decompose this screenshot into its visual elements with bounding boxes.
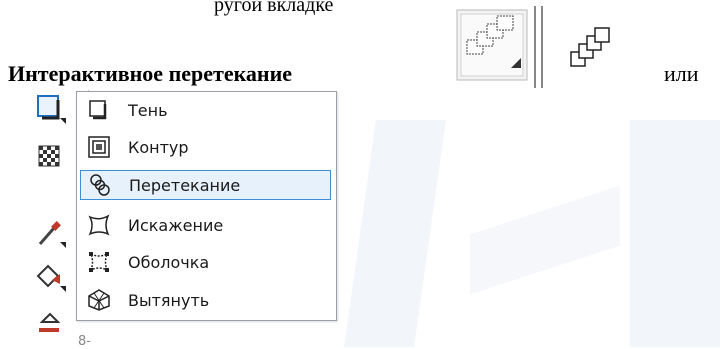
menu-item-label: Вытянуть bbox=[128, 290, 210, 310]
page-heading: Интерактивное перетекание bbox=[8, 61, 293, 86]
smart-fill-tool-icon[interactable] bbox=[34, 306, 66, 338]
effects-flyout-menu: Тень Контур Перетекание Искажение Оболоч… bbox=[76, 91, 337, 321]
menu-item-label: Перетекание bbox=[129, 175, 241, 195]
menu-item-envelope[interactable]: Оболочка bbox=[80, 247, 331, 277]
menu-item-shadow[interactable]: Тень bbox=[80, 95, 331, 125]
menu-item-extrude[interactable]: Вытянуть bbox=[80, 285, 331, 315]
menu-item-blend[interactable]: Перетекание bbox=[80, 170, 331, 200]
blend-button-icon[interactable] bbox=[570, 27, 610, 67]
distort-icon bbox=[84, 210, 114, 240]
fill-tool-icon[interactable] bbox=[34, 260, 66, 292]
watermark-stripe bbox=[470, 185, 620, 295]
menu-item-contour[interactable]: Контур bbox=[80, 132, 331, 162]
watermark-stripe bbox=[344, 120, 446, 347]
menu-item-label: Тень bbox=[128, 100, 168, 120]
blend-icon bbox=[85, 170, 115, 200]
or-text: или bbox=[664, 61, 699, 86]
shadow-tool-icon[interactable] bbox=[34, 92, 66, 124]
blend-toolbar-image bbox=[456, 6, 610, 88]
menu-item-label: Контур bbox=[128, 137, 189, 157]
drop-shadow-icon bbox=[84, 95, 114, 125]
transparency-tool-icon[interactable] bbox=[34, 140, 66, 172]
menu-item-distort[interactable]: Искажение bbox=[80, 210, 331, 240]
extrude-icon bbox=[84, 285, 114, 315]
envelope-icon bbox=[84, 247, 114, 277]
menu-item-label: Оболочка bbox=[128, 252, 210, 272]
cut-off-text: ругой вкладке bbox=[214, 0, 334, 16]
toolbox: 8- bbox=[28, 88, 91, 349]
eyedropper-tool-icon[interactable] bbox=[34, 218, 66, 250]
contour-icon bbox=[84, 132, 114, 162]
watermark-stripe bbox=[630, 120, 720, 347]
interactive-blend-button-icon[interactable] bbox=[456, 9, 528, 81]
menu-item-label: Искажение bbox=[128, 215, 224, 235]
